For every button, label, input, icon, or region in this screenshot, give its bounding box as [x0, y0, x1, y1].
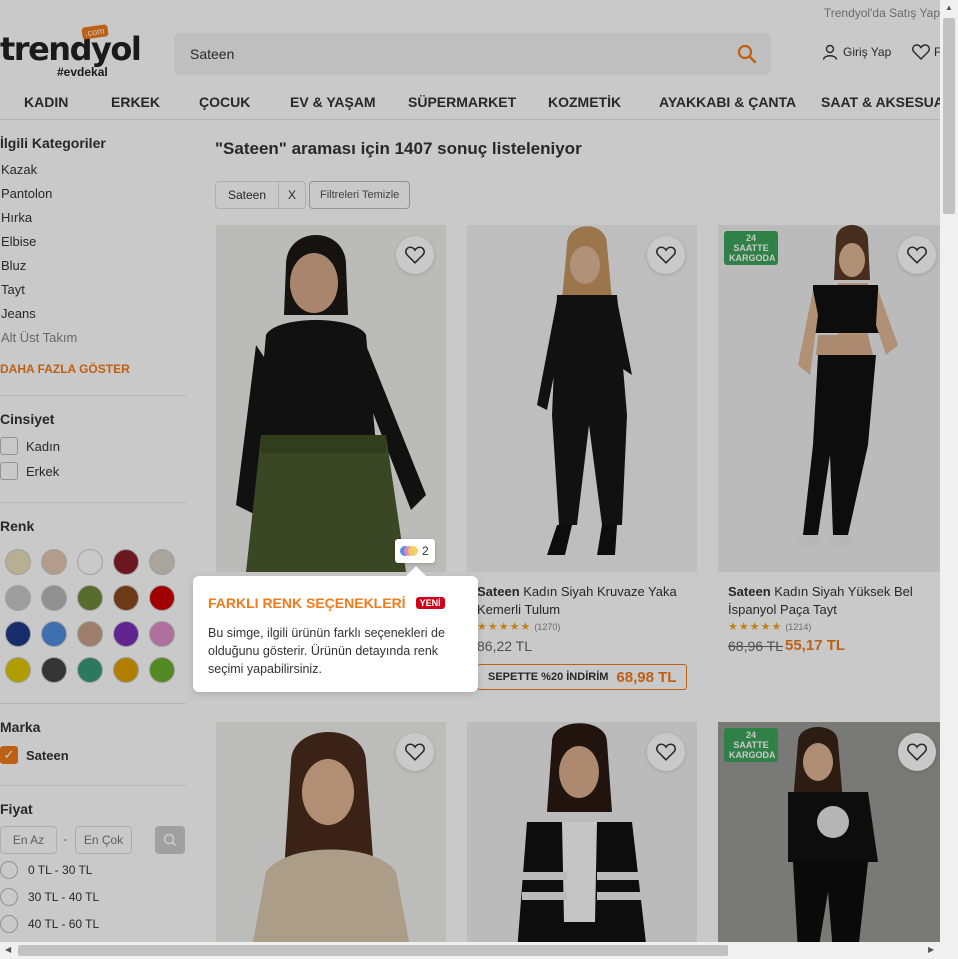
- tooltip-title-row: FARKLI RENK SEÇENEKLERİ YENİ: [208, 595, 445, 611]
- color-options-icon: [400, 545, 418, 557]
- vertical-scroll-thumb[interactable]: [943, 18, 955, 214]
- scroll-up-arrow[interactable]: ▲: [945, 3, 953, 12]
- color-options-tooltip: FARKLI RENK SEÇENEKLERİ YENİ Bu simge, i…: [193, 566, 478, 692]
- modal-overlay[interactable]: [0, 0, 940, 942]
- horizontal-scrollbar[interactable]: ◀ ▶: [0, 942, 958, 959]
- new-badge: YENİ: [415, 597, 445, 609]
- color-options-badge[interactable]: 2: [395, 539, 435, 563]
- color-count: 2: [422, 544, 429, 558]
- horizontal-scroll-thumb[interactable]: [18, 945, 728, 956]
- scroll-right-arrow[interactable]: ▶: [928, 945, 934, 954]
- vertical-scrollbar[interactable]: ▲: [940, 0, 958, 942]
- page: Trendyol'da Satış Yap trendyol .com #evd…: [0, 0, 940, 942]
- tooltip-title: FARKLI RENK SEÇENEKLERİ: [208, 595, 406, 611]
- tooltip-body: Bu simge, ilgili ürünün farklı seçenekle…: [208, 626, 445, 676]
- scroll-left-arrow[interactable]: ◀: [5, 945, 11, 954]
